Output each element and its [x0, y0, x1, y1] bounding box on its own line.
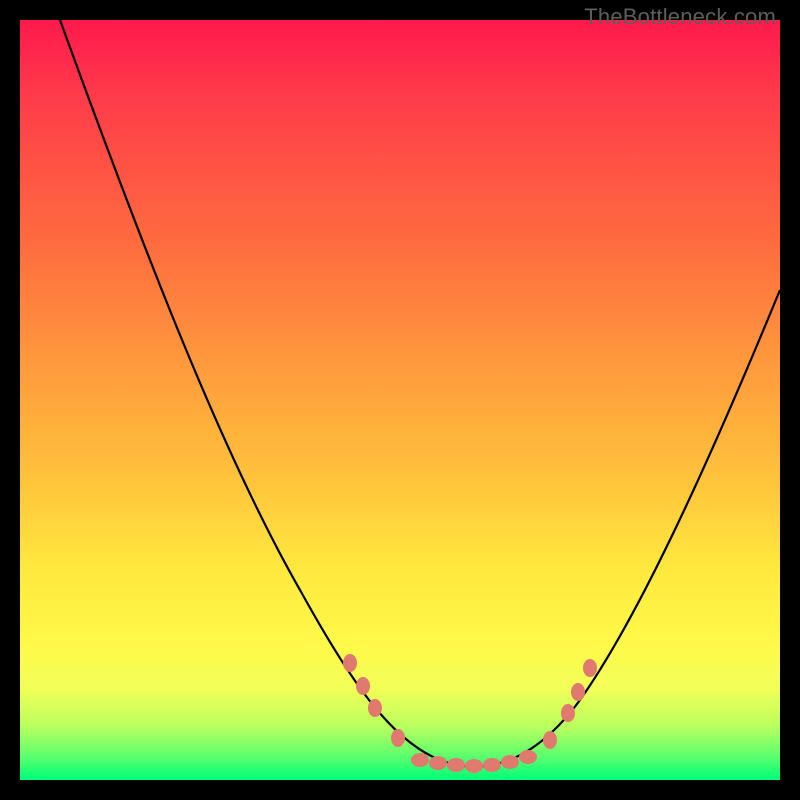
- marker-point: [447, 758, 465, 772]
- chart-frame: TheBottleneck.com: [0, 0, 800, 800]
- marker-point: [571, 683, 585, 701]
- marker-point: [501, 755, 519, 769]
- marker-point: [483, 758, 501, 772]
- marker-point: [429, 756, 447, 770]
- marker-point: [391, 729, 405, 747]
- marker-point: [465, 759, 483, 773]
- marker-point: [411, 753, 429, 767]
- bottleneck-curve: [60, 20, 780, 767]
- curve-layer: [20, 20, 780, 780]
- marker-point: [583, 659, 597, 677]
- marker-point: [368, 699, 382, 717]
- marker-point: [543, 731, 557, 749]
- watermark-text: TheBottleneck.com: [584, 4, 776, 30]
- marker-point: [356, 677, 370, 695]
- marker-point: [343, 654, 357, 672]
- marker-point: [519, 750, 537, 764]
- plot-area: [20, 20, 780, 780]
- marker-point: [561, 704, 575, 722]
